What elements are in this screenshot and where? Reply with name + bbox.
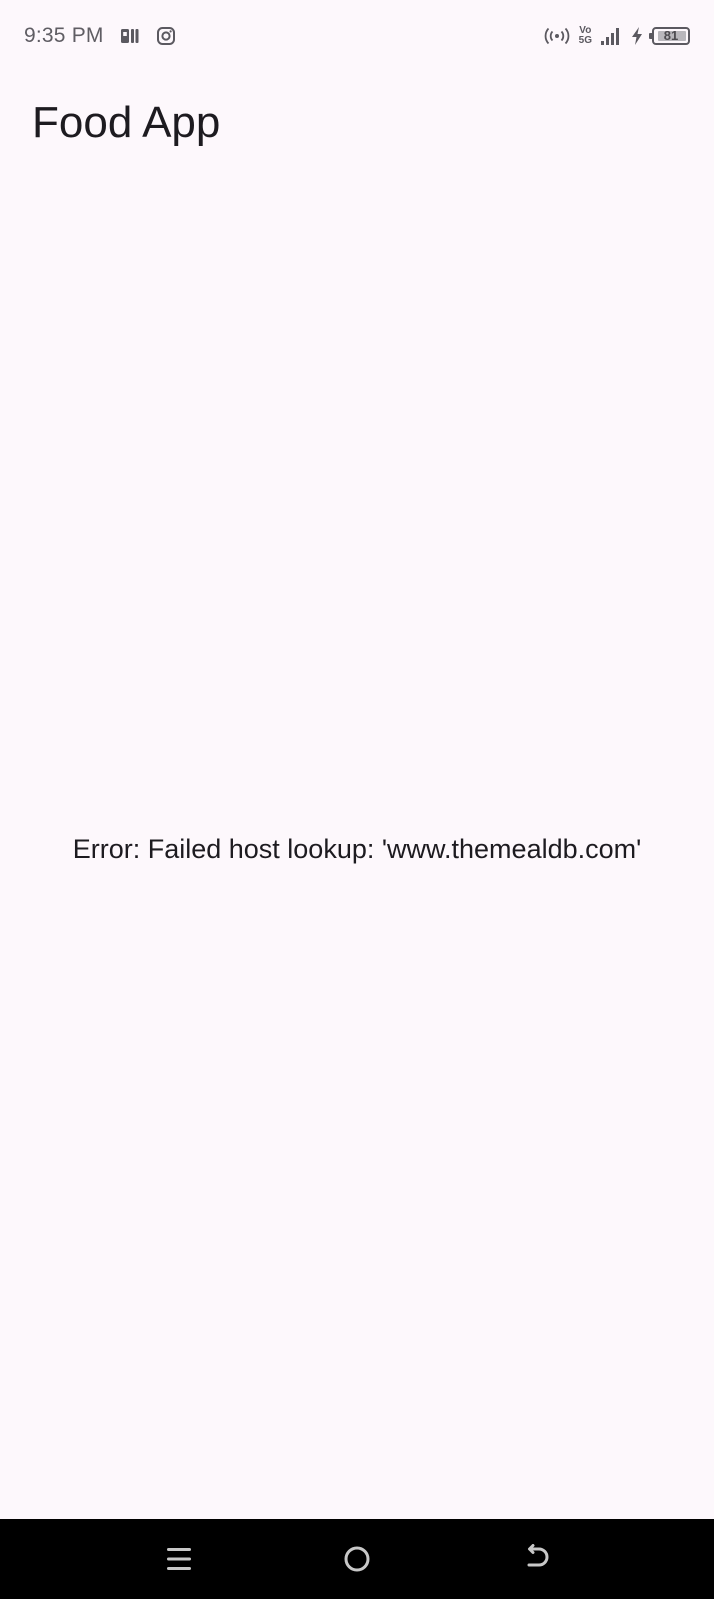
battery-level: 81	[663, 28, 679, 43]
instagram-icon	[156, 26, 176, 46]
charging-icon	[630, 26, 644, 46]
status-right-group: Vo 5G 81	[535, 26, 690, 46]
signal-icon	[600, 26, 622, 46]
hotspot-icon	[543, 26, 571, 46]
status-left-group: 9:35 PM	[24, 24, 176, 48]
app-title: Food App	[32, 98, 221, 147]
paytm-notification-icon	[120, 26, 140, 46]
back-icon[interactable]	[517, 1539, 557, 1579]
status-time: 9:35 PM	[24, 24, 104, 47]
navigation-bar	[0, 1519, 714, 1599]
home-icon[interactable]	[337, 1539, 377, 1579]
network-type-label: 5G	[578, 35, 592, 46]
error-message: Error: Failed host lookup: 'www.themeald…	[72, 834, 642, 864]
battery-icon: 81	[649, 27, 690, 45]
status-bar: 9:35 PM Vo 5G 81	[0, 0, 714, 72]
volte-5g-icon: Vo 5G	[579, 26, 592, 46]
menu-icon[interactable]	[159, 1539, 199, 1579]
